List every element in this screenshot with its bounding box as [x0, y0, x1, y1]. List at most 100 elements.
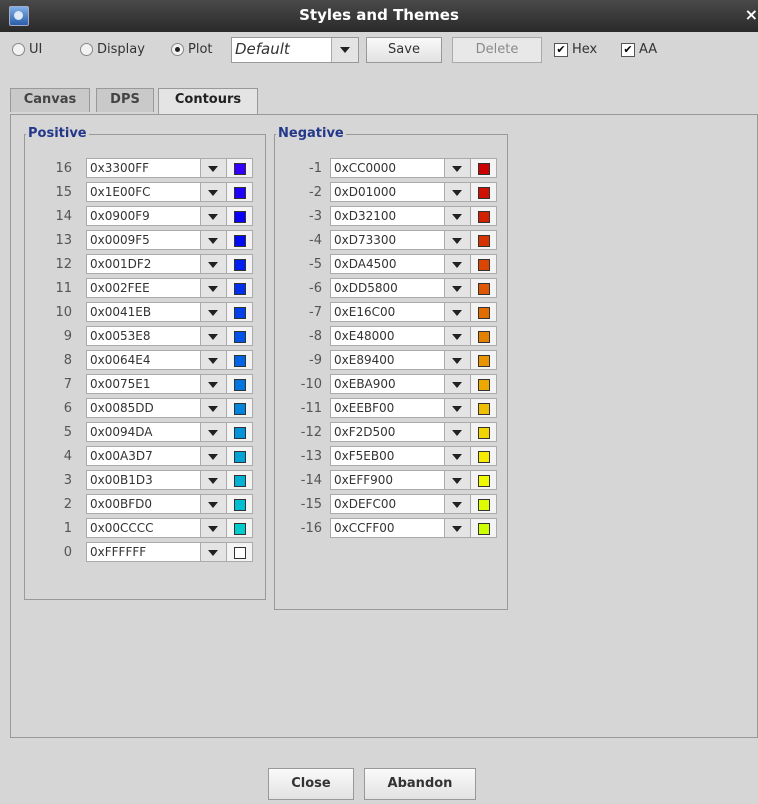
hex-color-field[interactable]: 0xEEBF00 [330, 398, 445, 418]
hex-color-field[interactable]: 0xE89400 [330, 350, 445, 370]
chevron-down-icon[interactable] [201, 374, 227, 394]
hex-color-field[interactable]: 0xEFF900 [330, 470, 445, 490]
hex-color-field[interactable]: 0xCC0000 [330, 158, 445, 178]
chevron-down-icon[interactable] [445, 326, 471, 346]
color-picker-button[interactable] [227, 398, 253, 418]
color-picker-button[interactable] [227, 230, 253, 250]
chevron-down-icon[interactable] [201, 350, 227, 370]
hex-color-field[interactable]: 0xFFFFFF [86, 542, 201, 562]
radio-display[interactable]: Display [80, 42, 145, 57]
chevron-down-icon[interactable] [201, 302, 227, 322]
color-picker-button[interactable] [471, 422, 497, 442]
chevron-down-icon[interactable] [201, 542, 227, 562]
aa-checkbox[interactable]: ✔ AA [621, 42, 657, 57]
color-picker-button[interactable] [471, 302, 497, 322]
save-button[interactable]: Save [366, 37, 442, 63]
color-picker-button[interactable] [471, 398, 497, 418]
color-picker-button[interactable] [227, 254, 253, 274]
theme-select[interactable]: Default [231, 37, 359, 63]
delete-button[interactable]: Delete [452, 37, 542, 63]
color-picker-button[interactable] [227, 206, 253, 226]
chevron-down-icon[interactable] [445, 398, 471, 418]
hex-color-field[interactable]: 0xE48000 [330, 326, 445, 346]
close-button[interactable]: Close [268, 768, 354, 800]
color-picker-button[interactable] [471, 230, 497, 250]
chevron-down-icon[interactable] [201, 182, 227, 202]
chevron-down-icon[interactable] [445, 302, 471, 322]
chevron-down-icon[interactable] [201, 422, 227, 442]
hex-color-field[interactable]: 0xE16C00 [330, 302, 445, 322]
chevron-down-icon[interactable] [201, 494, 227, 514]
color-picker-button[interactable] [227, 350, 253, 370]
hex-color-field[interactable]: 0x0053E8 [86, 326, 201, 346]
chevron-down-icon[interactable] [201, 470, 227, 490]
hex-color-field[interactable]: 0x1E00FC [86, 182, 201, 202]
hex-color-field[interactable]: 0x002FEE [86, 278, 201, 298]
color-picker-button[interactable] [227, 494, 253, 514]
aa-check-indicator[interactable]: ✔ [621, 42, 635, 57]
chevron-down-icon[interactable] [445, 350, 471, 370]
color-picker-button[interactable] [227, 542, 253, 562]
chevron-down-icon[interactable] [201, 518, 227, 538]
chevron-down-icon[interactable] [201, 254, 227, 274]
abandon-button[interactable]: Abandon [364, 768, 476, 800]
chevron-down-icon[interactable] [201, 278, 227, 298]
color-picker-button[interactable] [471, 446, 497, 466]
chevron-down-icon[interactable] [445, 278, 471, 298]
chevron-down-icon[interactable] [201, 230, 227, 250]
chevron-down-icon[interactable] [331, 38, 358, 62]
chevron-down-icon[interactable] [445, 182, 471, 202]
color-picker-button[interactable] [471, 326, 497, 346]
color-picker-button[interactable] [471, 350, 497, 370]
hex-color-field[interactable]: 0x001DF2 [86, 254, 201, 274]
chevron-down-icon[interactable] [445, 206, 471, 226]
chevron-down-icon[interactable] [445, 494, 471, 514]
hex-color-field[interactable]: 0x0009F5 [86, 230, 201, 250]
chevron-down-icon[interactable] [201, 158, 227, 178]
tab-canvas[interactable]: Canvas [10, 88, 90, 112]
hex-color-field[interactable]: 0x0085DD [86, 398, 201, 418]
color-picker-button[interactable] [227, 422, 253, 442]
hex-color-field[interactable]: 0xD01000 [330, 182, 445, 202]
tab-dps[interactable]: DPS [96, 88, 154, 112]
hex-color-field[interactable]: 0x00B1D3 [86, 470, 201, 490]
hex-color-field[interactable]: 0x0075E1 [86, 374, 201, 394]
chevron-down-icon[interactable] [201, 446, 227, 466]
color-picker-button[interactable] [227, 158, 253, 178]
hex-color-field[interactable]: 0x00CCCC [86, 518, 201, 538]
hex-color-field[interactable]: 0x0064E4 [86, 350, 201, 370]
color-picker-button[interactable] [471, 494, 497, 514]
chevron-down-icon[interactable] [201, 326, 227, 346]
hex-color-field[interactable]: 0x0900F9 [86, 206, 201, 226]
hex-color-field[interactable]: 0xDEFC00 [330, 494, 445, 514]
chevron-down-icon[interactable] [201, 398, 227, 418]
chevron-down-icon[interactable] [445, 470, 471, 490]
chevron-down-icon[interactable] [445, 518, 471, 538]
hex-color-field[interactable]: 0xCCFF00 [330, 518, 445, 538]
close-window-icon[interactable]: × [745, 5, 758, 24]
hex-checkbox[interactable]: ✔ Hex [554, 42, 597, 57]
color-picker-button[interactable] [471, 278, 497, 298]
color-picker-button[interactable] [227, 182, 253, 202]
chevron-down-icon[interactable] [445, 446, 471, 466]
chevron-down-icon[interactable] [201, 206, 227, 226]
hex-color-field[interactable]: 0xF5EB00 [330, 446, 445, 466]
chevron-down-icon[interactable] [445, 374, 471, 394]
radio-plot[interactable]: Plot [171, 42, 213, 57]
hex-color-field[interactable]: 0x0041EB [86, 302, 201, 322]
chevron-down-icon[interactable] [445, 254, 471, 274]
hex-color-field[interactable]: 0xDA4500 [330, 254, 445, 274]
color-picker-button[interactable] [227, 470, 253, 490]
hex-check-indicator[interactable]: ✔ [554, 42, 568, 57]
hex-color-field[interactable]: 0xF2D500 [330, 422, 445, 442]
hex-color-field[interactable]: 0xD32100 [330, 206, 445, 226]
color-picker-button[interactable] [471, 518, 497, 538]
hex-color-field[interactable]: 0xD73300 [330, 230, 445, 250]
color-picker-button[interactable] [471, 470, 497, 490]
radio-ui-indicator[interactable] [12, 43, 25, 56]
tab-contours[interactable]: Contours [158, 88, 258, 115]
color-picker-button[interactable] [227, 302, 253, 322]
chevron-down-icon[interactable] [445, 422, 471, 442]
color-picker-button[interactable] [471, 182, 497, 202]
color-picker-button[interactable] [227, 446, 253, 466]
